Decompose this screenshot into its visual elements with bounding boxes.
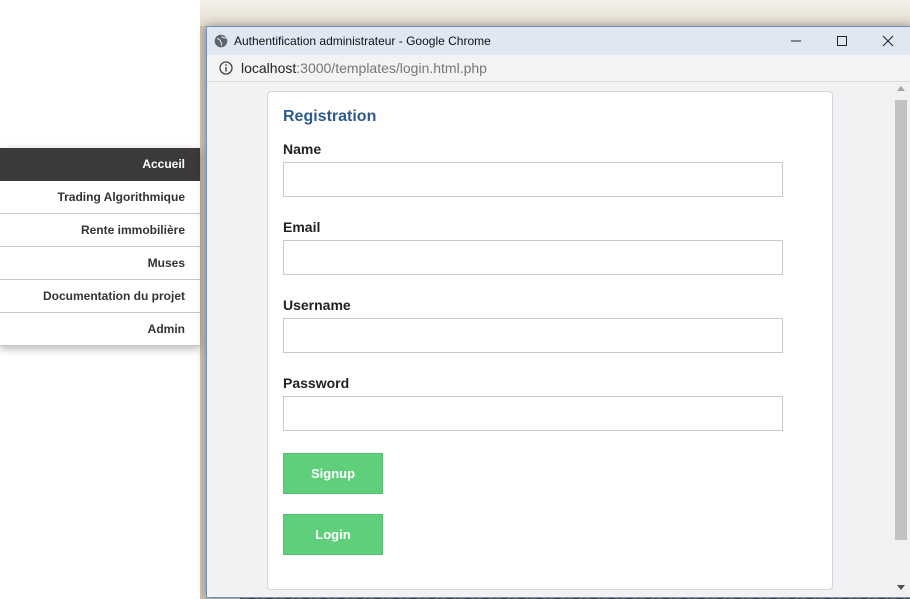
minimize-button[interactable] <box>773 27 819 55</box>
username-label: Username <box>283 297 351 313</box>
close-icon <box>882 35 894 47</box>
sidebar: Accueil Trading Algorithmique Rente immo… <box>0 0 200 599</box>
username-input[interactable] <box>283 318 783 353</box>
form-title: Registration <box>283 108 377 125</box>
globe-icon <box>214 34 228 48</box>
close-button[interactable] <box>865 27 910 55</box>
sidebar-item-label: Documentation du projet <box>43 289 185 303</box>
signup-button[interactable]: Signup <box>283 453 383 494</box>
popup-window: Authentification administrateur - Google… <box>206 26 910 598</box>
url-host: localhost <box>241 60 297 76</box>
sidebar-item-label: Muses <box>147 256 185 270</box>
scroll-up-icon[interactable] <box>897 86 905 91</box>
sidebar-item-rente-immobiliere[interactable]: Rente immobilière <box>0 214 200 247</box>
info-icon[interactable] <box>219 61 233 75</box>
background-header <box>200 0 910 26</box>
registration-card: Registration Name Email Username Passwor… <box>267 91 833 590</box>
maximize-icon <box>837 36 847 46</box>
address-bar[interactable]: localhost:3000/templates/login.html.php <box>207 55 910 82</box>
sidebar-menu: Accueil Trading Algorithmique Rente immo… <box>0 148 200 346</box>
url-path: :3000/templates/login.html.php <box>296 60 487 76</box>
sidebar-item-label: Rente immobilière <box>80 223 185 237</box>
password-label: Password <box>283 375 350 391</box>
sidebar-item-trading-algorithmique[interactable]: Trading Algorithmique <box>0 181 200 214</box>
vertical-scrollbar[interactable] <box>893 82 910 597</box>
sidebar-item-label: Admin <box>147 322 185 336</box>
minimize-icon <box>791 40 801 42</box>
scroll-down-icon[interactable] <box>897 585 905 590</box>
login-button[interactable]: Login <box>283 514 383 555</box>
page-viewport: Registration Name Email Username Passwor… <box>207 82 893 597</box>
password-input[interactable] <box>283 396 783 431</box>
sidebar-item-label: Accueil <box>142 157 185 171</box>
maximize-button[interactable] <box>819 27 865 55</box>
sidebar-item-accueil[interactable]: Accueil <box>0 148 200 181</box>
sidebar-item-admin[interactable]: Admin <box>0 313 200 346</box>
name-input[interactable] <box>283 162 783 197</box>
email-input[interactable] <box>283 240 783 275</box>
sidebar-item-muses[interactable]: Muses <box>0 247 200 280</box>
sidebar-item-documentation[interactable]: Documentation du projet <box>0 280 200 313</box>
email-label: Email <box>283 219 321 235</box>
window-title: Authentification administrateur - Google… <box>234 34 491 48</box>
scrollbar-thumb[interactable] <box>895 100 907 540</box>
window-titlebar[interactable]: Authentification administrateur - Google… <box>207 27 910 55</box>
name-label: Name <box>283 141 322 157</box>
sidebar-item-label: Trading Algorithmique <box>57 190 185 204</box>
url-text: localhost:3000/templates/login.html.php <box>241 60 487 76</box>
